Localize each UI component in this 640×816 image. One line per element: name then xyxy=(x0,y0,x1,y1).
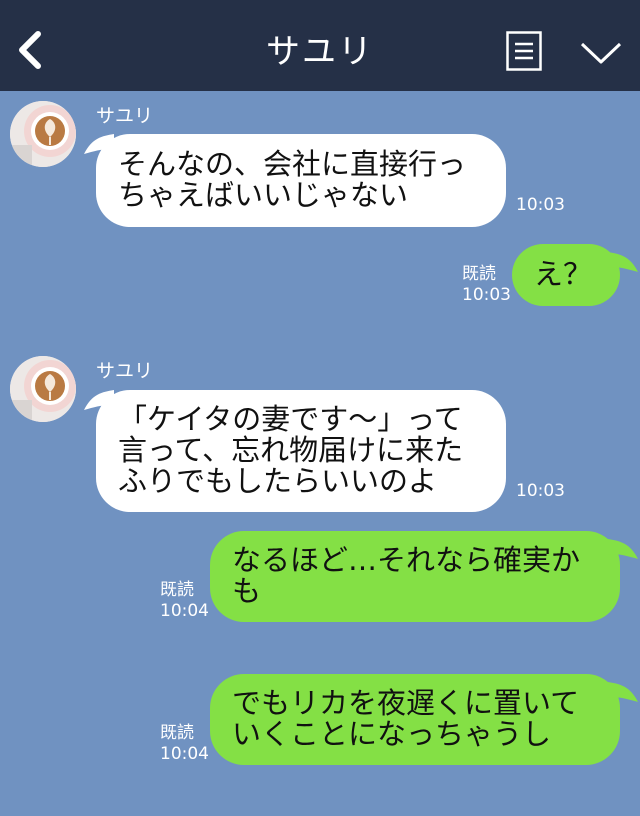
read-status: 既読 xyxy=(462,264,496,284)
sender-name: サユリ xyxy=(96,360,154,382)
message-time: 10:03 xyxy=(462,285,511,305)
collapse-button[interactable] xyxy=(578,38,624,68)
bubble-tail xyxy=(608,252,638,272)
note-button[interactable] xyxy=(506,31,542,71)
message-time: 10:03 xyxy=(516,195,565,215)
message-line: いくことになっちゃうし xyxy=(232,717,552,751)
bubble-tail xyxy=(608,682,638,702)
read-status: 既読 xyxy=(160,723,194,743)
sender-name: サユリ xyxy=(96,105,154,127)
chat-title: サユリ xyxy=(266,32,374,72)
message-line: でもリカを夜遅くに置いて xyxy=(232,686,580,720)
read-status: 既読 xyxy=(160,580,194,600)
message-line: ふりでもしたらいいのよ xyxy=(118,464,438,498)
latte-art-icon xyxy=(10,356,76,422)
bubble-tail xyxy=(608,539,638,559)
message-line: ちゃえばいいじゃない xyxy=(118,178,409,212)
message-meta: 既読 10:03 xyxy=(462,264,511,306)
message-line: そんなの、会社に直接行っ xyxy=(118,147,467,181)
message-time: 10:04 xyxy=(160,601,209,621)
message-line: 「ケイタの妻です〜」って xyxy=(118,402,463,436)
note-icon xyxy=(506,31,542,71)
message-time: 10:04 xyxy=(160,744,209,764)
avatar[interactable] xyxy=(10,356,76,422)
message-line: え？ xyxy=(534,257,593,291)
message-bubble[interactable]: 「ケイタの妻です〜」って 言って、忘れ物届けに来た ふりでもしたらいいのよ xyxy=(96,390,506,512)
message-meta: 既読 10:04 xyxy=(160,580,209,622)
message-bubble[interactable]: そんなの、会社に直接行っ ちゃえばいいじゃない xyxy=(96,134,506,227)
message-bubble[interactable]: なるほど…それなら確実か も xyxy=(210,531,620,622)
chat-header: サユリ xyxy=(0,0,640,91)
message-meta: 既読 10:04 xyxy=(160,723,209,765)
latte-art-icon xyxy=(10,101,76,167)
message-line: なるほど…それなら確実か xyxy=(232,543,581,577)
message-bubble[interactable]: でもリカを夜遅くに置いて いくことになっちゃうし xyxy=(210,674,620,765)
message-time: 10:03 xyxy=(516,481,565,501)
message-line: も xyxy=(232,574,262,608)
chevron-down-icon xyxy=(580,42,622,64)
avatar[interactable] xyxy=(10,101,76,167)
message-bubble[interactable]: え？ xyxy=(512,244,620,306)
message-line: 言って、忘れ物届けに来た xyxy=(118,433,464,467)
